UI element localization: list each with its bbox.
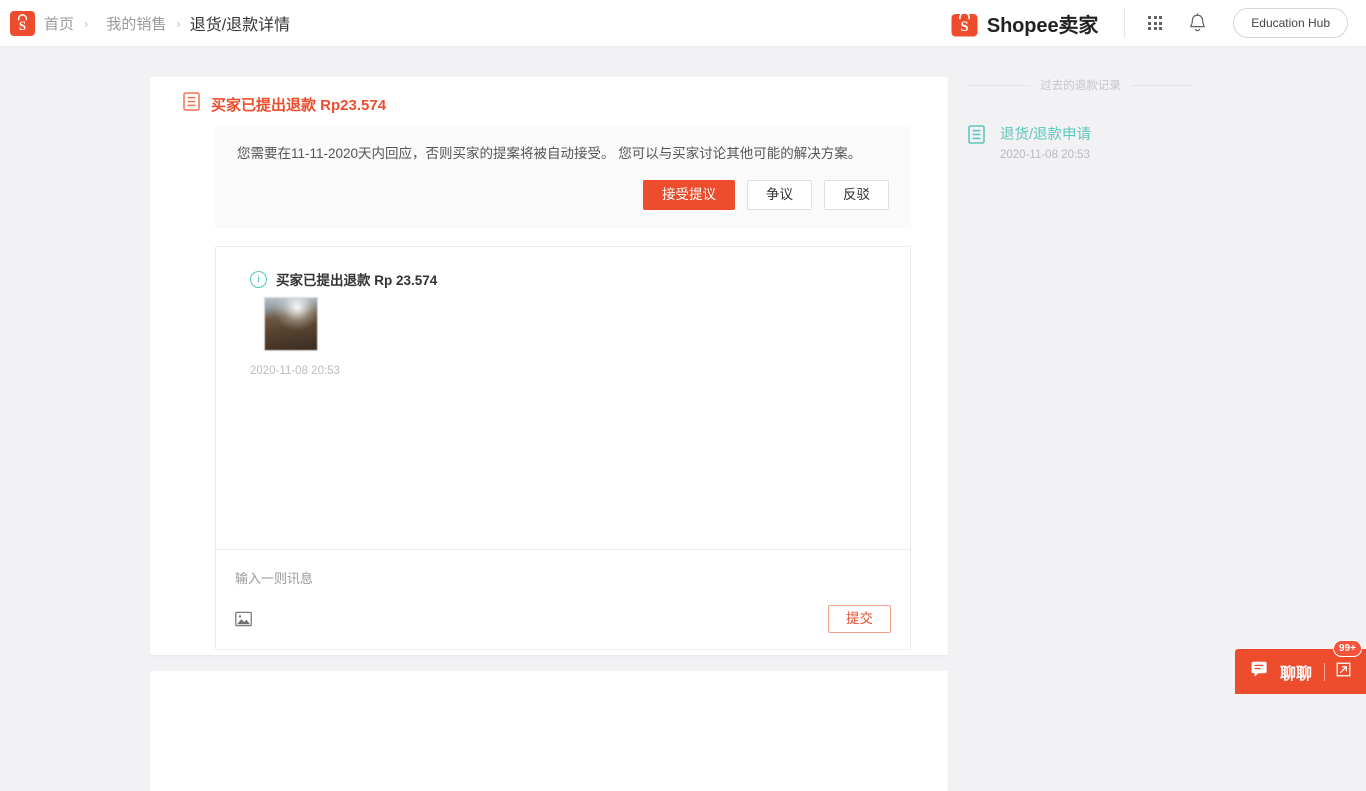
refund-photo-thumbnail[interactable] [264, 297, 318, 351]
chat-toolbar: 提交 [235, 605, 891, 633]
document-icon [183, 92, 200, 116]
expand-arrow-icon[interactable] [1336, 662, 1351, 682]
chat-message-header: i 买家已提出退款 Rp 23.574 [250, 269, 910, 289]
breadcrumb-separator: › [176, 15, 181, 31]
document-icon [968, 125, 985, 161]
header-divider [1124, 8, 1126, 38]
svg-text:S: S [19, 19, 26, 33]
past-refund-record-title[interactable]: 退货/退款申请 [1000, 123, 1091, 144]
header-right-actions: S Shopee卖家 Education Hub [951, 0, 1366, 46]
chat-panel: i 买家已提出退款 Rp 23.574 2020-11-08 20:53 输入一… [215, 246, 911, 650]
info-circle-icon: i [250, 270, 267, 288]
bell-icon[interactable] [1188, 12, 1207, 34]
alert-header: 买家已提出退款 Rp23.574 [150, 77, 948, 116]
page-title: 退货/退款详情 [189, 17, 291, 34]
alert-action-buttons: 接受提议 争议 反驳 [237, 180, 889, 210]
shopee-logo-icon[interactable]: S [10, 10, 35, 36]
chat-message-list[interactable]: i 买家已提出退款 Rp 23.574 2020-11-08 20:53 [216, 247, 910, 549]
chat-unread-badge: 99+ [1333, 640, 1362, 657]
education-hub-button[interactable]: Education Hub [1233, 8, 1348, 38]
secondary-card [150, 671, 948, 791]
accept-proposal-button[interactable]: 接受提议 [643, 180, 735, 210]
grid-apps-icon[interactable] [1148, 16, 1163, 30]
past-refund-record-item[interactable]: 退货/退款申请 2020-11-08 20:53 [968, 123, 1193, 161]
chat-message-item: i 买家已提出退款 Rp 23.574 2020-11-08 20:53 [250, 269, 910, 377]
alert-box: 您需要在11-11-2020天内回应，否则买家的提案将被自动接受。 您可以与买家… [215, 127, 911, 228]
breadcrumb: S 首页 › 我的销售 › 退货/退款详情 [10, 10, 291, 36]
refund-detail-card: 买家已提出退款 Rp23.574 您需要在11-11-2020天内回应，否则买家… [150, 77, 948, 655]
brand-name-label: Shopee卖家 [986, 14, 1099, 37]
top-header-bar: S 首页 › 我的销售 › 退货/退款详情 S Shopee卖家 Educati… [0, 0, 1366, 47]
breadcrumb-item-my-sales[interactable]: 我的销售 [106, 13, 166, 34]
breadcrumb-separator: › [84, 15, 89, 31]
svg-text:S: S [960, 19, 968, 35]
chat-message-input[interactable]: 输入一则讯息 [235, 568, 891, 587]
chat-bubble-icon [1251, 661, 1271, 683]
submit-message-button[interactable]: 提交 [828, 605, 891, 633]
dispute-button[interactable]: 争议 [747, 180, 812, 210]
brand-logo[interactable]: S Shopee卖家 [951, 9, 1098, 38]
past-refund-record-body: 退货/退款申请 2020-11-08 20:53 [1000, 123, 1091, 161]
alert-message: 您需要在11-11-2020天内回应，否则买家的提案将被自动接受。 您可以与买家… [237, 146, 862, 161]
rail-section-label: 过去的退款记录 [968, 77, 1193, 93]
rebut-button[interactable]: 反驳 [824, 180, 889, 210]
image-upload-icon[interactable] [235, 611, 252, 627]
chat-widget[interactable]: 99+ 聊聊 [1234, 640, 1366, 694]
breadcrumb-item-home[interactable]: 首页 [44, 13, 74, 34]
chat-message-time: 2020-11-08 20:53 [250, 365, 340, 377]
past-refund-record-time: 2020-11-08 20:53 [1000, 149, 1090, 161]
chat-message-title: 买家已提出退款 Rp 23.574 [276, 273, 438, 288]
alert-title: 买家已提出退款 Rp23.574 [211, 96, 387, 114]
page-body: 买家已提出退款 Rp23.574 您需要在11-11-2020天内回应，否则买家… [0, 47, 1366, 791]
chat-widget-label: 聊聊 [1279, 665, 1312, 683]
past-refund-records-rail: 过去的退款记录 退货/退款申请 2020-11-08 20:53 [968, 77, 1193, 161]
chat-widget-divider [1324, 662, 1325, 681]
shopee-brand-bag-icon: S [951, 9, 978, 37]
chat-input-area: 输入一则讯息 提交 [216, 550, 910, 649]
